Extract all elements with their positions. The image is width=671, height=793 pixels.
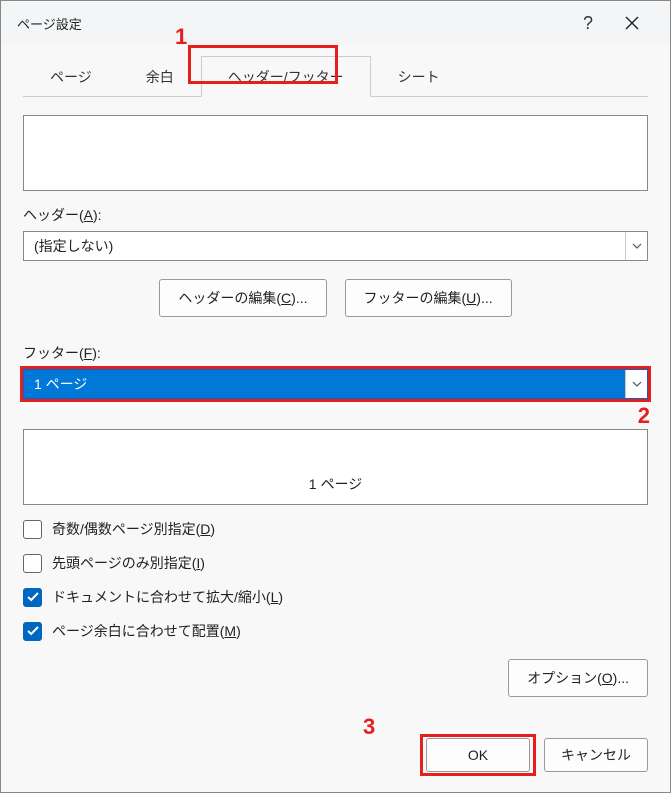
check-odd-even[interactable]: 奇数/偶数ページ別指定(D) bbox=[23, 519, 648, 539]
options-button[interactable]: オプション(O)... bbox=[508, 659, 648, 697]
dialog-title: ページ設定 bbox=[17, 14, 566, 33]
help-button[interactable]: ? bbox=[566, 1, 610, 45]
checkbox-checked-icon bbox=[23, 622, 42, 641]
chevron-down-icon bbox=[625, 370, 647, 398]
footer-combo-value: 1 ページ bbox=[24, 370, 625, 398]
check-scale-doc[interactable]: ドキュメントに合わせて拡大/縮小(L) bbox=[23, 587, 648, 607]
tab-bar: ページ 余白 ヘッダー/フッター シート bbox=[23, 55, 648, 97]
footer-combo-wrap: 1 ページ 2 bbox=[23, 369, 648, 399]
header-combo-value: (指定しない) bbox=[24, 236, 625, 256]
options-row: オプション(O)... bbox=[23, 659, 648, 697]
tab-header-footer[interactable]: ヘッダー/フッター bbox=[201, 56, 371, 97]
footer-combo[interactable]: 1 ページ bbox=[23, 369, 648, 399]
ok-button[interactable]: OK bbox=[426, 738, 530, 772]
edit-header-button[interactable]: ヘッダーの編集(C)... bbox=[159, 279, 326, 317]
check-first-page[interactable]: 先頭ページのみ別指定(I) bbox=[23, 553, 648, 573]
dialog-buttons: 3 OK キャンセル bbox=[1, 724, 670, 792]
ok-wrap: OK bbox=[426, 738, 530, 772]
header-label: ヘッダー(A): bbox=[23, 205, 648, 225]
checkbox-checked-icon bbox=[23, 588, 42, 607]
close-button[interactable] bbox=[610, 1, 654, 45]
page-setup-dialog: ページ設定 ? ページ 余白 ヘッダー/フッター シート 1 ヘッダー(A): … bbox=[0, 0, 671, 793]
close-icon bbox=[625, 16, 639, 30]
chevron-down-icon bbox=[625, 232, 647, 260]
checkbox-unchecked-icon bbox=[23, 554, 42, 573]
cancel-button[interactable]: キャンセル bbox=[544, 738, 648, 772]
dialog-content: ページ 余白 ヘッダー/フッター シート 1 ヘッダー(A): (指定しない) … bbox=[1, 45, 670, 724]
edit-footer-button[interactable]: フッターの編集(U)... bbox=[345, 279, 512, 317]
header-preview bbox=[23, 115, 648, 191]
titlebar: ページ設定 ? bbox=[1, 1, 670, 45]
check-align-margin[interactable]: ページ余白に合わせて配置(M) bbox=[23, 621, 648, 641]
footer-label: フッター(F): bbox=[23, 343, 648, 363]
annotation-number-3: 3 bbox=[363, 714, 375, 740]
tab-sheet[interactable]: シート bbox=[371, 56, 467, 97]
annotation-number-1: 1 bbox=[175, 24, 187, 50]
header-combo[interactable]: (指定しない) bbox=[23, 231, 648, 261]
annotation-number-2: 2 bbox=[638, 403, 650, 429]
footer-preview: 1 ページ bbox=[23, 429, 648, 505]
checkbox-unchecked-icon bbox=[23, 520, 42, 539]
edit-buttons-row: ヘッダーの編集(C)... フッターの編集(U)... bbox=[23, 279, 648, 317]
tab-page[interactable]: ページ bbox=[23, 56, 119, 97]
footer-preview-text: 1 ページ bbox=[309, 474, 362, 494]
tab-margins[interactable]: 余白 bbox=[119, 56, 201, 97]
